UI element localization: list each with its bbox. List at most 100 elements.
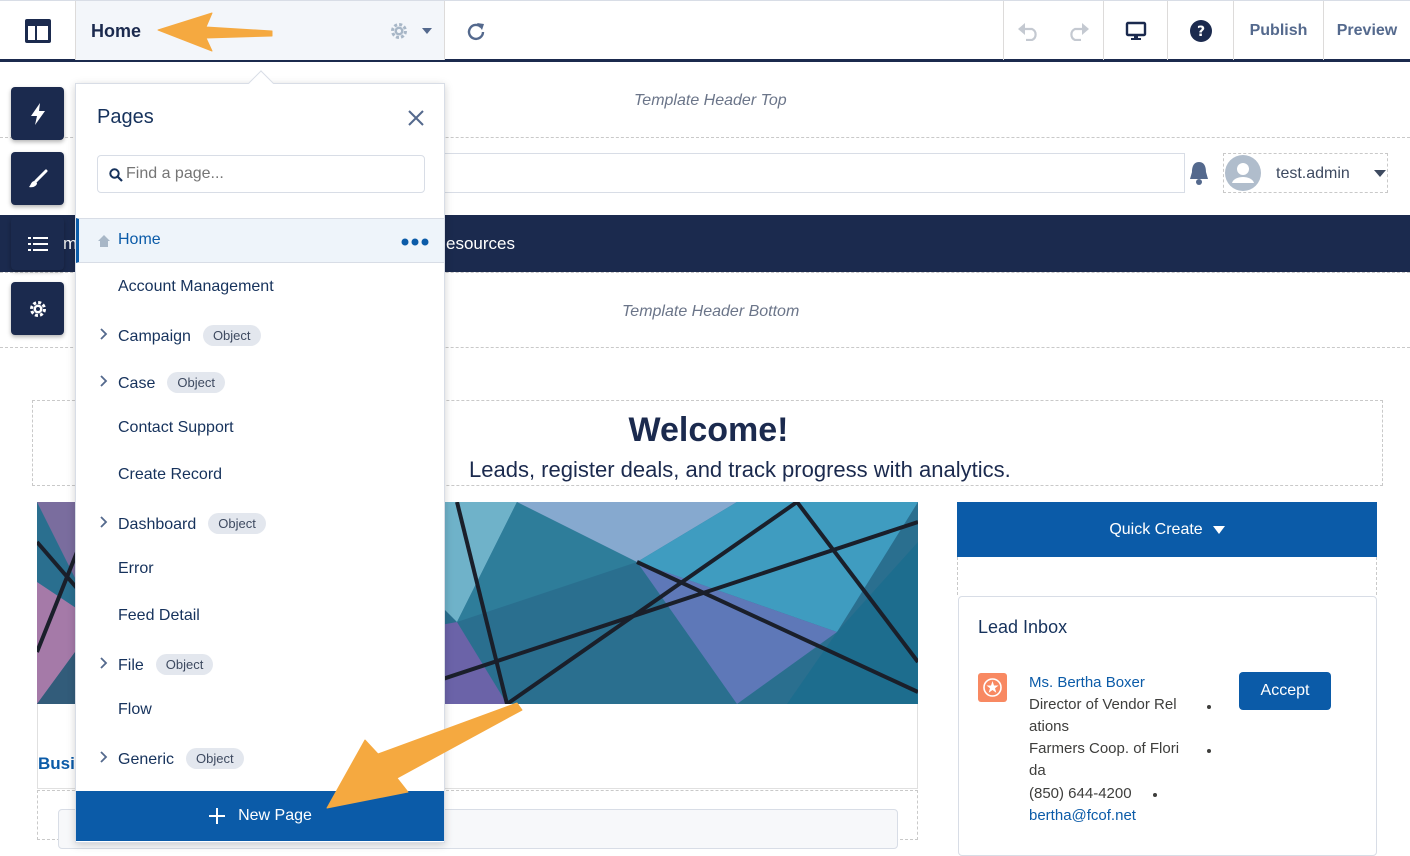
lead-name-link[interactable]: Ms. Bertha Boxer [1029, 674, 1145, 691]
page-list-item[interactable]: Feed Detail [76, 594, 444, 641]
page-list-item-label: Create Record [118, 466, 222, 484]
layout-toggle-button[interactable] [0, 1, 75, 60]
chevron-right-icon[interactable] [97, 514, 111, 530]
page-list-item-label: Contact Support [118, 419, 234, 437]
page-list-item-label: Generic Object [118, 748, 244, 769]
page-list-item[interactable]: Generic Object [76, 735, 444, 782]
template-header-top-label: Template Header Top [634, 92, 787, 109]
chevron-right-icon[interactable] [97, 373, 111, 389]
page-list-item[interactable]: Dashboard Object [76, 500, 444, 547]
device-view-button[interactable] [1103, 1, 1167, 60]
accept-button[interactable]: Accept [1239, 672, 1331, 710]
lightning-icon [30, 102, 45, 125]
page-name: File [118, 657, 144, 674]
page-list-item[interactable]: Account Management [76, 265, 444, 312]
publish-button[interactable]: Publish [1233, 1, 1323, 60]
page-list-item[interactable]: Campaign Object [76, 312, 444, 359]
desktop-icon [1125, 21, 1146, 40]
page-name: Dashboard [118, 516, 197, 533]
page-structure-button[interactable] [11, 217, 64, 270]
undo-icon [1017, 22, 1037, 41]
preview-label: Preview [1336, 21, 1398, 39]
lead-job-title-line2: ations [1029, 718, 1070, 735]
quick-create-label: Quick Create [1109, 520, 1203, 538]
list-icon [27, 236, 48, 251]
page-list-item-label: Error [118, 560, 154, 578]
object-badge: Object [155, 654, 214, 675]
lead-phone: (850) 644-4200 [1029, 785, 1132, 802]
tab-business[interactable]: Busi [38, 754, 75, 774]
refresh-button[interactable] [446, 1, 506, 60]
chevron-right-icon[interactable] [97, 749, 111, 765]
chevron-right-icon[interactable] [97, 326, 111, 342]
separator-dot [1207, 705, 1211, 709]
page-list-item[interactable]: Home [76, 218, 444, 263]
page-list-item-label: Home [118, 231, 161, 249]
help-icon: ? [1189, 19, 1212, 42]
redo-button[interactable] [1053, 1, 1103, 60]
gear-icon [29, 300, 46, 317]
current-page-title: Home [91, 21, 142, 41]
template-header-bottom-label: Template Header Bottom [622, 303, 800, 320]
welcome-subtitle: Leads, register deals, and track progres… [469, 457, 1011, 482]
chevron-down-icon [1374, 170, 1386, 177]
layout-icon [24, 18, 51, 43]
username-label: test.admin [1276, 165, 1350, 182]
refresh-icon [467, 22, 485, 40]
page-list-item[interactable]: Case Object [76, 359, 444, 406]
page-list-item[interactable]: File Object [76, 641, 444, 688]
user-profile-menu[interactable]: test.admin [1223, 153, 1388, 193]
object-badge: Object [202, 325, 261, 346]
panel-caret [248, 70, 274, 96]
nav-item-resources[interactable]: esources [446, 234, 515, 254]
publish-label: Publish [1249, 21, 1308, 39]
page-list-item[interactable]: Flow [76, 688, 444, 735]
page-name: Contact Support [118, 419, 234, 436]
close-icon[interactable] [407, 109, 425, 127]
page-name: Account Management [118, 278, 274, 295]
help-button[interactable]: ? [1167, 1, 1233, 60]
preview-button[interactable]: Preview [1323, 1, 1410, 60]
object-badge: Object [167, 372, 225, 393]
page-list-item-label: Case Object [118, 372, 225, 393]
page-list-item-label: File Object [118, 654, 214, 675]
page-name: Create Record [118, 466, 223, 483]
settings-button[interactable] [11, 282, 64, 335]
page-list-item-label: Dashboard Object [118, 513, 266, 534]
object-badge: Object [186, 748, 244, 769]
components-button[interactable] [11, 87, 64, 140]
chevron-down-icon[interactable] [422, 28, 432, 34]
page-search-field[interactable] [97, 155, 425, 193]
lead-icon [978, 673, 1007, 702]
avatar [1225, 155, 1261, 191]
gear-icon[interactable] [389, 21, 409, 41]
more-actions-icon[interactable] [401, 238, 429, 246]
region-spacer [957, 557, 1377, 595]
page-list-item-label: Campaign Object [118, 325, 261, 346]
page-name: Case [118, 375, 156, 392]
lead-company-line1: Farmers Coop. of Flori [1029, 740, 1180, 757]
page-search-input[interactable] [126, 162, 416, 186]
search-icon [109, 168, 123, 182]
separator-dot [1153, 793, 1157, 797]
lead-email-link[interactable]: bertha@fcof.net [1029, 807, 1136, 824]
page-list-item[interactable]: Contact Support [76, 406, 444, 453]
page-name: Home [118, 231, 161, 248]
builder-toolbar: Home ? Publish Preview [0, 0, 1410, 62]
page-list-item[interactable]: Error [76, 547, 444, 594]
theme-button[interactable] [11, 152, 64, 205]
page-selector[interactable]: Home [75, 1, 445, 60]
quick-create-button[interactable]: Quick Create [957, 502, 1377, 557]
page-list-item[interactable]: Create Record [76, 453, 444, 500]
brush-icon [28, 169, 47, 187]
accept-label: Accept [1260, 682, 1310, 699]
page-name: Generic [118, 751, 175, 768]
lead-company-line2: da [1029, 762, 1046, 779]
undo-button[interactable] [1003, 1, 1053, 60]
plus-icon [209, 808, 226, 824]
chevron-right-icon[interactable] [97, 655, 111, 671]
site-search-bar[interactable] [440, 153, 1185, 193]
home-icon [98, 235, 110, 247]
bell-icon[interactable] [1187, 160, 1211, 186]
svg-text:?: ? [1196, 24, 1204, 40]
